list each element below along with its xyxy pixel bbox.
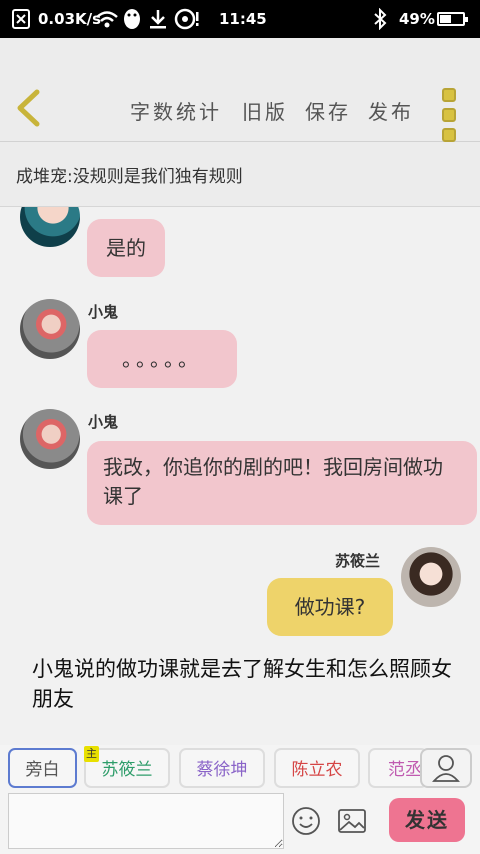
send-button[interactable]: 发送 <box>389 798 465 842</box>
role-narrator[interactable]: 旁白 <box>8 748 77 788</box>
message-bubble[interactable]: 做功课? <box>267 578 393 636</box>
role-name: 范丞 <box>388 760 422 780</box>
more-dot-icon <box>442 128 456 142</box>
sender-name: 小鬼 <box>88 303 119 321</box>
chevron-left-icon <box>17 89 40 127</box>
emoji-button[interactable] <box>290 805 322 837</box>
avatar[interactable] <box>20 207 80 247</box>
save-button[interactable]: 保存 <box>305 96 351 125</box>
sender-name: 小鬼 <box>88 413 119 431</box>
story-title: 成堆宠:没规则是我们独有规则 <box>16 167 243 187</box>
word-count-button[interactable]: 字数统计 <box>130 96 222 125</box>
avatar[interactable] <box>401 547 461 607</box>
role-selector: 旁白 主 苏筱兰 蔡徐坤 陈立农 范丞 <box>0 745 480 793</box>
sync-icon <box>174 0 200 38</box>
download-icon <box>148 0 168 38</box>
role-name: 陈立农 <box>291 760 343 780</box>
old-version-button[interactable]: 旧版 <box>242 96 288 125</box>
sender-name: 苏筱兰 <box>335 552 381 570</box>
role-name: 蔡徐坤 <box>196 760 248 780</box>
add-character-button[interactable] <box>420 748 472 788</box>
smiley-icon <box>292 807 320 835</box>
penguin-icon <box>122 0 142 38</box>
narration-text[interactable]: 小鬼说的做功课就是去了解女生和怎么照顾女朋友 <box>32 654 452 714</box>
story-title-bar[interactable]: 成堆宠:没规则是我们独有规则 <box>0 142 480 207</box>
lead-badge: 主 <box>84 746 99 762</box>
editor-header: 字数统计 旧版 保存 发布 <box>0 38 480 142</box>
back-button[interactable] <box>12 88 48 128</box>
image-icon <box>338 809 366 833</box>
battery-icon <box>437 0 468 38</box>
network-speed: 0.03K/s <box>38 10 102 28</box>
message-input[interactable] <box>8 793 284 849</box>
role-chip[interactable]: 陈立农 <box>274 748 360 788</box>
role-name: 苏筱兰 <box>101 760 153 780</box>
message-bubble[interactable]: 。。。。。 <box>87 330 237 388</box>
role-chip[interactable]: 蔡徐坤 <box>179 748 265 788</box>
image-button[interactable] <box>336 805 368 837</box>
status-bar: 0.03K/s 11:45 49% <box>0 0 480 38</box>
publish-button[interactable]: 发布 <box>368 96 414 125</box>
more-dot-icon <box>442 108 456 122</box>
wifi-icon <box>95 0 119 38</box>
battery-percent: 49% <box>399 10 435 28</box>
close-box-icon <box>12 0 30 38</box>
avatar[interactable] <box>20 299 80 359</box>
role-chip[interactable]: 主 苏筱兰 <box>84 746 170 788</box>
avatar[interactable] <box>20 409 80 469</box>
bluetooth-icon <box>372 0 388 38</box>
message-bubble[interactable]: 我改，你追你的剧的吧！我回房间做功课了 <box>87 441 477 525</box>
clock-time: 11:45 <box>219 10 267 28</box>
role-chip[interactable]: 范丞 <box>368 748 428 788</box>
person-icon <box>432 755 460 782</box>
message-bubble[interactable]: 是的 <box>87 219 165 277</box>
more-dot-icon <box>442 88 456 102</box>
compose-bar: 发送 <box>0 793 480 854</box>
